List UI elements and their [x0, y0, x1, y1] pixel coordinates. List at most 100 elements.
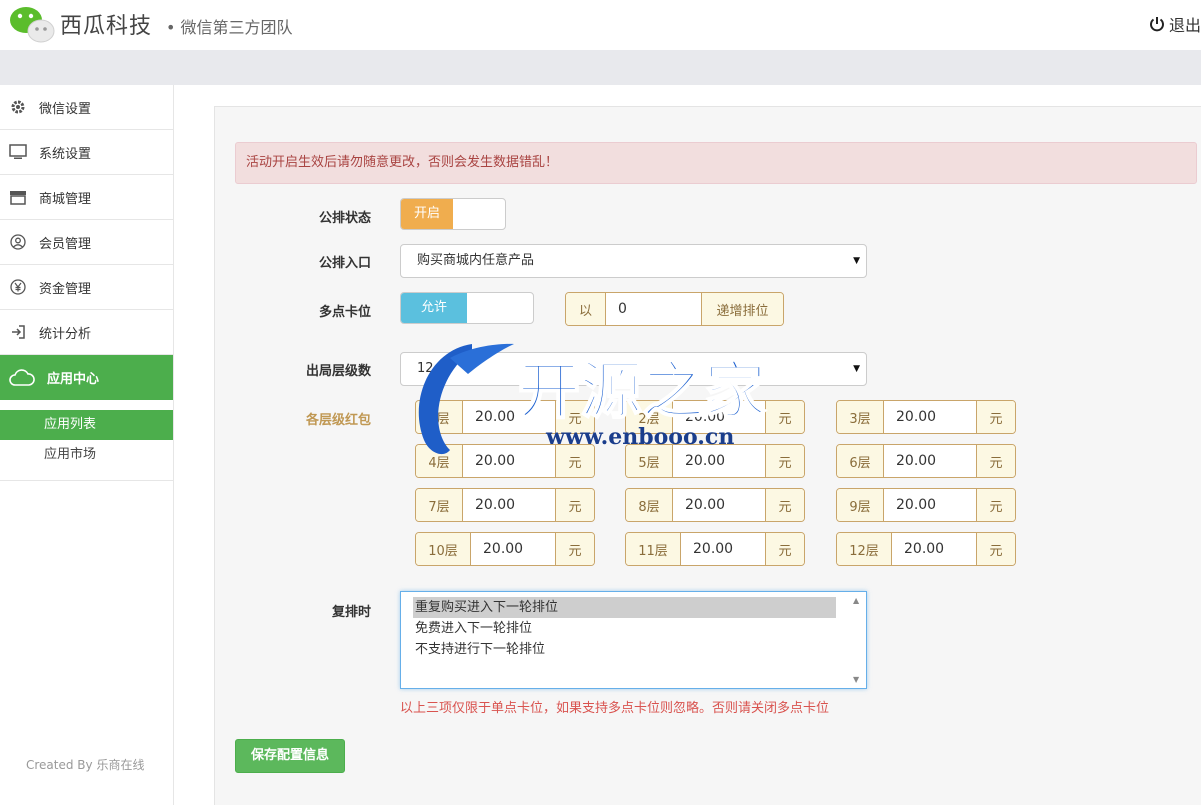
layer-name: 4层: [416, 445, 462, 477]
layer-amount-input[interactable]: 20.00: [680, 533, 766, 565]
sidebar-subitem-app-list[interactable]: 应用列表: [0, 410, 173, 440]
layer-unit: 元: [977, 401, 1015, 433]
repeat-option[interactable]: 重复购买进入下一轮排位: [413, 597, 836, 618]
layer-input-group: 11层 20.00 元: [625, 532, 805, 566]
layer-name: 9层: [837, 489, 883, 521]
layer-unit: 元: [556, 401, 594, 433]
layer-amount-input[interactable]: 20.00: [883, 489, 977, 521]
repeat-option[interactable]: 免费进入下一轮排位: [401, 618, 866, 639]
layer-input-group: 2层 20.00 元: [625, 400, 805, 434]
repeat-label: 复排时: [331, 605, 371, 620]
layer-amount-input[interactable]: 20.00: [672, 489, 766, 521]
layer-unit: 元: [556, 533, 594, 565]
status-label: 公排状态: [318, 211, 371, 226]
layer-input-group: 10层 20.00 元: [415, 532, 595, 566]
cloud-icon: [8, 368, 36, 388]
layer-amount-input[interactable]: 20.00: [672, 445, 766, 477]
layer-unit: 元: [766, 533, 804, 565]
sidebar-item-app-center[interactable]: 应用中心: [0, 355, 173, 400]
sidebar-footer: Created By 乐商在线: [26, 758, 145, 772]
multi-toggle-on: 允许: [401, 293, 467, 323]
gear-icon: [8, 97, 28, 117]
sidebar-item-statistics[interactable]: 统计分析: [0, 310, 173, 355]
power-icon: [1150, 17, 1164, 32]
layer-name: 3层: [837, 401, 883, 433]
brand-name: 西瓜科技: [60, 14, 153, 39]
layer-amount-input[interactable]: 20.00: [462, 489, 556, 521]
sidebar-item-wechat-settings[interactable]: 微信设置: [0, 85, 173, 130]
layer-unit: 元: [556, 489, 594, 521]
save-config-button[interactable]: 保存配置信息: [235, 739, 345, 773]
sidebar-item-label: 会员管理: [39, 236, 92, 252]
listbox-scrollbar[interactable]: ▲ ▼: [849, 592, 866, 688]
layer-input-group: 8层 20.00 元: [625, 488, 805, 522]
sidebar-item-label: 商城管理: [39, 191, 92, 207]
scroll-down-icon[interactable]: ▼: [853, 675, 859, 684]
sidebar-item-mall[interactable]: 商城管理: [0, 175, 173, 220]
layer-unit: 元: [766, 489, 804, 521]
layer-input-group: 5层 20.00 元: [625, 444, 805, 478]
layer-amount-input[interactable]: 20.00: [470, 533, 556, 565]
layer-input-group: 9层 20.00 元: [836, 488, 1016, 522]
scroll-up-icon[interactable]: ▲: [853, 596, 859, 605]
user-icon: [8, 232, 28, 252]
sidebar-item-label: 微信设置: [39, 101, 92, 117]
layer-input-group: 12层 20.00 元: [836, 532, 1016, 566]
repeat-listbox[interactable]: 重复购买进入下一轮排位 免费进入下一轮排位 不支持进行下一轮排位 ▲ ▼: [400, 591, 867, 689]
sidebar-subitem-app-market[interactable]: 应用市场: [0, 440, 173, 470]
caret-down-icon: ▼: [853, 364, 860, 374]
layer-unit: 元: [766, 445, 804, 477]
layer-name: 1层: [416, 401, 462, 433]
status-toggle[interactable]: 开启: [400, 198, 506, 230]
repeat-option[interactable]: 不支持进行下一轮排位: [401, 639, 866, 660]
sidebar-item-finance[interactable]: 资金管理: [0, 265, 173, 310]
levels-select-value: 12: [417, 361, 434, 376]
layer-name: 2层: [626, 401, 672, 433]
layer-amount-input[interactable]: 20.00: [883, 445, 977, 477]
levels-select[interactable]: 12 ▼: [400, 352, 867, 386]
layer-name: 8层: [626, 489, 672, 521]
sidebar-item-label: 统计分析: [39, 326, 92, 342]
brand-subtitle: • 微信第三方团队: [166, 18, 293, 37]
multi-increment-group: 以 0 递增排位: [565, 292, 784, 326]
status-toggle-on: 开启: [401, 199, 453, 229]
entry-label: 公排入口: [318, 256, 371, 271]
monitor-icon: [8, 142, 28, 162]
entry-select[interactable]: 购买商城内任意产品 ▼: [400, 244, 867, 278]
layer-name: 10层: [416, 533, 470, 565]
layer-unit: 元: [766, 401, 804, 433]
layer-amount-input[interactable]: 20.00: [883, 401, 977, 433]
layer-name: 7层: [416, 489, 462, 521]
logout-button[interactable]: 退出: [1149, 12, 1201, 36]
entry-select-value: 购买商城内任意产品: [417, 253, 535, 268]
layer-name: 12层: [837, 533, 891, 565]
sidebar-item-system-settings[interactable]: 系统设置: [0, 130, 173, 175]
layer-input-group: 6层 20.00 元: [836, 444, 1016, 478]
layer-name: 11层: [626, 533, 680, 565]
layer-amount-input[interactable]: 20.00: [462, 445, 556, 477]
warning-alert: 活动开启生效后请勿随意更改，否则会发生数据错乱！: [235, 142, 1197, 184]
yen-icon: [8, 277, 28, 297]
layer-name: 6层: [837, 445, 883, 477]
layer-input-group: 1层 20.00 元: [415, 400, 595, 434]
layer-amount-input[interactable]: 20.00: [462, 401, 556, 433]
layers-label: 各层级红包: [305, 413, 371, 428]
multi-increment-input[interactable]: 0: [605, 293, 702, 325]
layer-input-group: 4层 20.00 元: [415, 444, 595, 478]
multi-prefix: 以: [566, 293, 605, 325]
sidebar-item-label: 系统设置: [39, 146, 92, 162]
sidebar-item-members[interactable]: 会员管理: [0, 220, 173, 265]
multi-toggle[interactable]: 允许: [400, 292, 534, 324]
sidebar-item-label: 应用中心: [47, 372, 100, 387]
levels-label: 出局层级数: [305, 364, 371, 379]
layer-amount-input[interactable]: 20.00: [891, 533, 977, 565]
logout-label: 退出: [1168, 16, 1201, 35]
caret-down-icon: ▼: [853, 256, 860, 266]
layer-amount-input[interactable]: 20.00: [672, 401, 766, 433]
header-divider-bar: [0, 50, 1201, 85]
main-content-panel: 活动开启生效后请勿随意更改，否则会发生数据错乱！ 公排状态 开启 公排入口 购买…: [214, 106, 1201, 805]
top-header: 西瓜科技 • 微信第三方团队 退出: [0, 0, 1201, 50]
repeat-note: 以上三项仅限于单点卡位，如果支持多点卡位则忽略。否则请关闭多点卡位: [400, 701, 830, 716]
layer-unit: 元: [977, 445, 1015, 477]
layer-input-group: 7层 20.00 元: [415, 488, 595, 522]
